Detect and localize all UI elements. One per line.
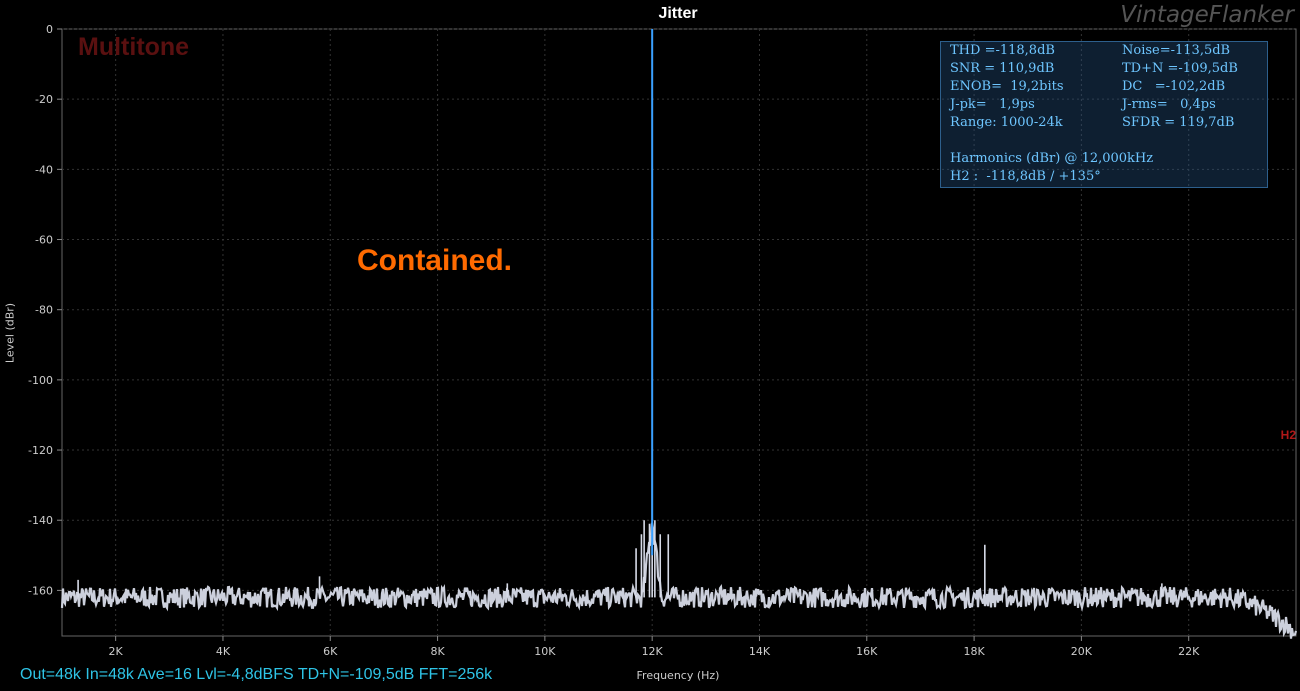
stat-tdn: TD+N =-109,5dB xyxy=(1122,61,1238,76)
footer-status: Out=48k In=48k Ave=16 Lvl=-4,8dBFS TD+N=… xyxy=(20,666,493,683)
stat-enob: ENOB= 19,2bits xyxy=(950,79,1064,94)
chart-title: Jitter xyxy=(658,5,698,22)
stat-dc: DC =-102,2dB xyxy=(1122,79,1226,94)
contained-annotation: Contained. xyxy=(357,244,512,277)
x-tick-label: 4K xyxy=(216,645,231,658)
stats-box: THD =-118,8dB Noise=-113,5dB SNR = 110,9… xyxy=(940,41,1268,188)
stat-h2: H2 : -118,8dB / +135° xyxy=(950,169,1101,184)
stat-range: Range: 1000-24k xyxy=(950,115,1063,130)
stat-thd: THD =-118,8dB xyxy=(950,43,1055,58)
x-tick-label: 6K xyxy=(323,645,338,658)
x-tick-label: 16K xyxy=(856,645,878,658)
stat-jrms: J-rms= 0,4ps xyxy=(1122,97,1216,112)
y-tick-label: 0 xyxy=(46,23,53,36)
x-tick-label: 10K xyxy=(534,645,556,658)
stat-snr: SNR = 110,9dB xyxy=(950,61,1055,76)
x-tick-label: 8K xyxy=(430,645,445,658)
y-tick-label: -40 xyxy=(35,163,53,176)
y-tick-label: -20 xyxy=(35,93,53,106)
y-tick-label: -160 xyxy=(28,584,53,597)
y-tick-label: -140 xyxy=(28,514,53,527)
x-tick-label: 14K xyxy=(749,645,771,658)
stat-jpk: J-pk= 1,9ps xyxy=(950,97,1035,112)
y-tick-label: -80 xyxy=(35,304,53,317)
stat-harmonics: Harmonics (dBr) @ 12,000kHz xyxy=(950,151,1154,166)
x-tick-label: 22K xyxy=(1178,645,1200,658)
multitone-label: Multitone xyxy=(78,33,190,61)
x-tick-label: 12K xyxy=(642,645,664,658)
y-tick-label: -60 xyxy=(35,234,53,247)
x-tick-label: 18K xyxy=(963,645,985,658)
brand-watermark: VintageFlanker xyxy=(1120,2,1294,28)
h2-marker: H2 xyxy=(1280,428,1296,442)
y-tick-label: -120 xyxy=(28,444,53,457)
stat-noise: Noise=-113,5dB xyxy=(1122,43,1231,58)
y-tick-label: -100 xyxy=(28,374,53,387)
stat-sfdr: SFDR = 119,7dB xyxy=(1122,115,1235,130)
x-tick-label: 2K xyxy=(109,645,124,658)
y-axis-label: Level (dBr) xyxy=(3,302,17,364)
x-tick-label: 20K xyxy=(1071,645,1093,658)
